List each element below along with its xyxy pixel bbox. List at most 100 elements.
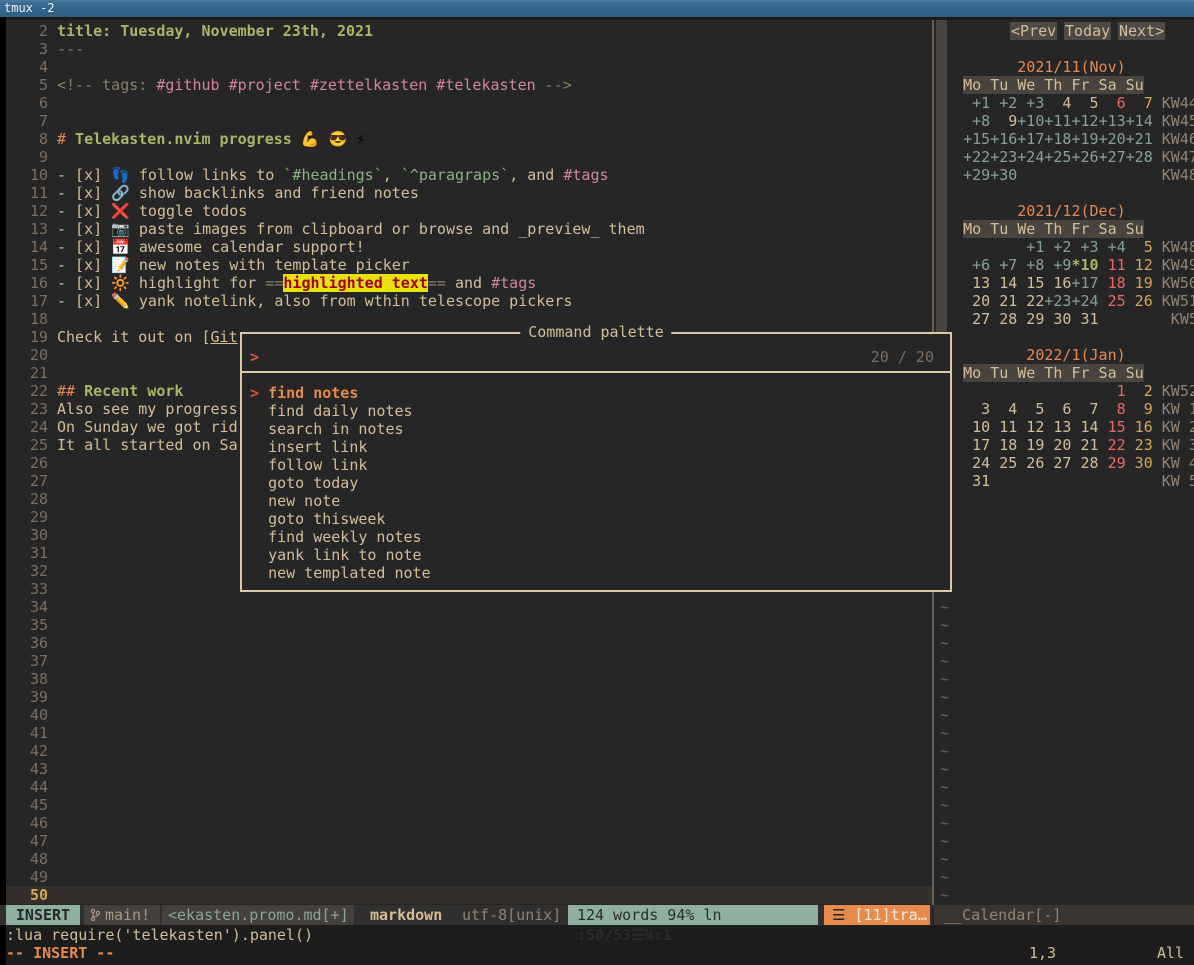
calendar-day[interactable]: 24 [963,454,990,472]
palette-item[interactable]: find weekly notes [250,528,942,546]
calendar-day[interactable]: +13 [1099,112,1126,130]
calendar-day[interactable]: +1 [963,94,990,112]
calendar-day[interactable]: 17 [963,436,990,454]
calendar-day[interactable]: 6 [1044,400,1071,418]
palette-item[interactable]: > find notes [250,384,942,402]
calendar-day[interactable]: +23 [1044,292,1071,310]
calendar-day[interactable]: 30 [1044,310,1071,328]
calendar-day[interactable]: 27 [1044,454,1071,472]
calendar-day[interactable]: +8 [963,112,990,130]
calendar-day[interactable]: +9 [1044,256,1071,274]
calendar-day[interactable]: +7 [990,256,1017,274]
calendar-day[interactable]: 21 [990,292,1017,310]
palette-item[interactable]: yank link to note [250,546,942,564]
calendar-day[interactable]: +28 [1126,148,1153,166]
calendar-day[interactable]: 7 [1126,94,1153,112]
calendar-day[interactable]: +27 [1099,148,1126,166]
calendar-day[interactable]: +17 [1071,274,1098,292]
calendar-day[interactable]: +22 [963,148,990,166]
calendar-day[interactable]: 5 [1071,94,1098,112]
trailing-whitespace-segment[interactable]: ☰ [11]tra… [824,905,930,925]
calendar-day[interactable]: +10 [1017,112,1044,130]
calendar-day[interactable]: 15 [1017,274,1044,292]
calendar-day[interactable]: 5 [1126,238,1153,256]
command-line[interactable]: :lua require('telekasten').panel() [6,926,313,944]
calendar-day[interactable]: 23 [1126,436,1153,454]
calendar-day[interactable]: 14 [990,274,1017,292]
calendar-day[interactable]: 25 [990,454,1017,472]
palette-item[interactable]: new templated note [250,564,942,582]
palette-item[interactable]: new note [250,492,942,510]
calendar-day[interactable]: 21 [1071,436,1098,454]
calendar-day[interactable]: 11 [1099,256,1126,274]
filename-segment[interactable]: <ekasten.promo.md[+] [162,905,354,925]
calendar-day[interactable]: 15 [1099,418,1126,436]
calendar-day[interactable]: 7 [1071,400,1098,418]
calendar-day[interactable]: 30 [1126,454,1153,472]
calendar-day[interactable]: 19 [1017,436,1044,454]
calendar-day[interactable]: 18 [1099,274,1126,292]
calendar-day[interactable]: +26 [1071,148,1098,166]
calendar-day[interactable]: 3 [963,400,990,418]
calendar-day[interactable]: 14 [1071,418,1098,436]
calendar-next-button[interactable]: Next> [1118,22,1165,40]
palette-item[interactable]: goto thisweek [250,510,942,528]
calendar-day[interactable]: +2 [990,94,1017,112]
calendar-day[interactable]: 25 [1099,292,1126,310]
calendar-day[interactable]: 22 [1099,436,1126,454]
calendar-day[interactable]: 10 [963,418,990,436]
calendar-day[interactable]: 29 [1017,310,1044,328]
calendar-day[interactable]: 8 [1099,400,1126,418]
calendar-day[interactable]: +19 [1071,130,1098,148]
calendar-day[interactable]: +15 [963,130,990,148]
calendar-day[interactable]: 31 [963,472,990,490]
calendar-day[interactable]: +24 [1071,292,1098,310]
calendar-day[interactable]: +29 [963,166,990,184]
calendar-day[interactable]: +24 [1017,148,1044,166]
calendar-day[interactable]: +17 [1017,130,1044,148]
calendar-day[interactable]: +1 [1017,238,1044,256]
calendar-day[interactable]: +4 [1099,238,1126,256]
calendar-day[interactable]: +20 [1099,130,1126,148]
calendar-day[interactable]: +25 [1044,148,1071,166]
calendar-day[interactable]: 28 [1071,454,1098,472]
calendar-day[interactable]: 12 [1126,256,1153,274]
palette-item[interactable]: goto today [250,474,942,492]
palette-item[interactable]: insert link [250,438,942,456]
calendar-day[interactable]: 27 [963,310,990,328]
calendar-day[interactable]: 11 [990,418,1017,436]
palette-item[interactable]: search in notes [250,420,942,438]
calendar-day[interactable]: 9 [990,112,1017,130]
calendar-day[interactable]: 18 [990,436,1017,454]
calendar-day[interactable]: 13 [1044,418,1071,436]
calendar-day[interactable]: 22 [1017,292,1044,310]
calendar-day[interactable]: +3 [1071,238,1098,256]
calendar-day[interactable]: +2 [1044,238,1071,256]
calendar-day[interactable]: 6 [1099,94,1126,112]
calendar-day[interactable]: +16 [990,130,1017,148]
calendar-day[interactable]: 19 [1126,274,1153,292]
calendar-day[interactable]: 4 [1044,94,1071,112]
calendar-day[interactable]: 26 [1017,454,1044,472]
palette-prompt-caret[interactable]: > [250,348,259,366]
calendar-day[interactable]: +30 [990,166,1017,184]
calendar-day[interactable]: 12 [1017,418,1044,436]
calendar-day[interactable]: +3 [1017,94,1044,112]
calendar-day[interactable]: 4 [990,400,1017,418]
calendar-day[interactable]: 5 [1017,400,1044,418]
calendar-day[interactable]: 28 [990,310,1017,328]
calendar-day[interactable]: +11 [1044,112,1071,130]
calendar-day[interactable]: 16 [1044,274,1071,292]
calendar-day[interactable]: +6 [963,256,990,274]
calendar-prev-button[interactable]: <Prev [1010,22,1057,40]
calendar-day[interactable]: +21 [1126,130,1153,148]
calendar-day[interactable]: 31 [1071,310,1098,328]
calendar-day[interactable]: +8 [1017,256,1044,274]
calendar-day[interactable]: 20 [1044,436,1071,454]
calendar-day[interactable]: 9 [1126,400,1153,418]
calendar-day[interactable]: +14 [1126,112,1153,130]
git-branch-segment[interactable]: main! [84,905,160,925]
calendar-day[interactable]: 2 [1126,382,1153,400]
calendar-day[interactable]: 29 [1099,454,1126,472]
calendar-day[interactable]: +18 [1044,130,1071,148]
